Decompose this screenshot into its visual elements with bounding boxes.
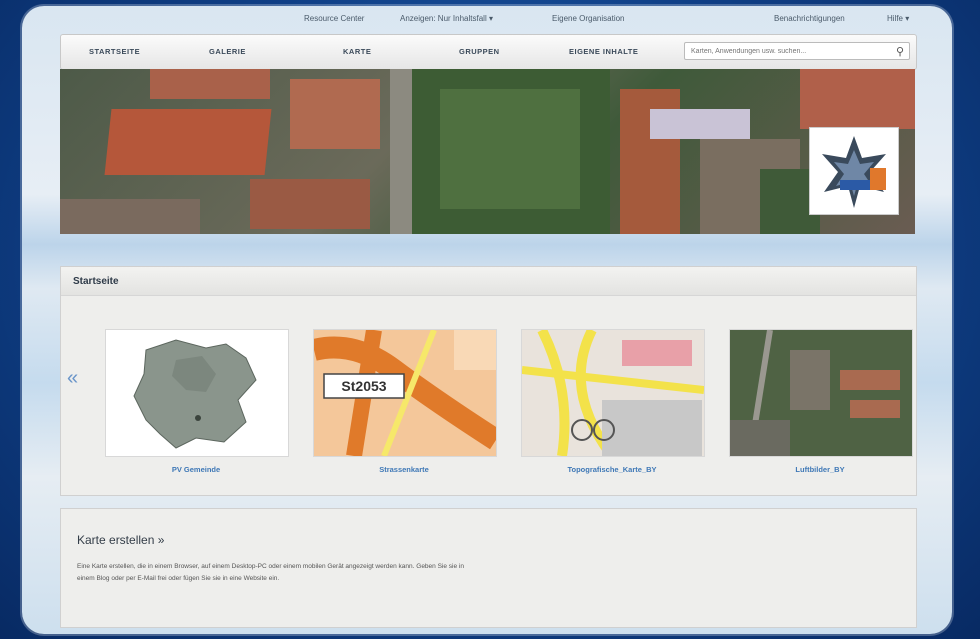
aerial-banner — [60, 69, 915, 234]
create-map-description: Eine Karte erstellen, die in einem Brows… — [77, 563, 464, 582]
create-map-link[interactable]: Karte erstellen » — [77, 533, 164, 547]
home-section-header — [61, 267, 916, 296]
gallery-thumbnail-strassenkarte[interactable]: St2053 — [313, 329, 497, 457]
gallery-thumbnail-topografische-karte[interactable] — [521, 329, 705, 457]
create-map-section: Karte erstellen » Eine Karte erstellen, … — [60, 508, 917, 628]
nav-groups[interactable]: GRUPPEN — [459, 47, 500, 56]
own-organization-link[interactable]: Eigene Organisation — [552, 14, 625, 23]
home-section: Startseite « » PV Gemeinde St2053 Strass… — [60, 266, 917, 496]
main-navbar: STARTSEITE GALERIE KARTE GRUPPEN EIGENE … — [60, 34, 917, 70]
gallery-caption-strassenkarte[interactable]: Strassenkarte — [313, 465, 495, 474]
screenshot-frame: Resource Center Anzeigen: Nur Inhaltsfal… — [22, 6, 952, 634]
carousel-prev-icon[interactable]: « — [67, 367, 78, 390]
gallery-thumbnail-pv-gemeinde[interactable] — [105, 329, 289, 457]
nav-map[interactable]: KARTE — [343, 47, 371, 56]
top-links-bar: Resource Center Anzeigen: Nur Inhaltsfal… — [22, 14, 952, 30]
nav-my-content[interactable]: EIGENE INHALTE — [569, 47, 638, 56]
section-title: Startseite — [73, 276, 119, 287]
road-number-label: St2053 — [341, 378, 386, 394]
gallery-caption-luftbilder[interactable]: Luftbilder_BY — [729, 465, 911, 474]
gallery-caption-pv-gemeinde[interactable]: PV Gemeinde — [105, 465, 287, 474]
organization-logo — [809, 127, 899, 215]
search-icon[interactable]: ⚲ — [896, 45, 904, 58]
notifications-link[interactable]: Benachrichtigungen — [774, 14, 845, 23]
gallery-thumbnail-luftbilder[interactable] — [729, 329, 913, 457]
resource-center-link[interactable]: Resource Center — [304, 14, 364, 23]
nav-home[interactable]: STARTSEITE — [89, 47, 140, 56]
gallery-caption-topografische-karte[interactable]: Topografische_Karte_BY — [521, 465, 703, 474]
help-dropdown[interactable]: Hilfe ▾ — [887, 14, 909, 23]
view-filter-dropdown[interactable]: Anzeigen: Nur Inhaltsfall ▾ — [400, 14, 493, 23]
search-input[interactable] — [684, 42, 910, 60]
nav-gallery[interactable]: GALERIE — [209, 47, 246, 56]
